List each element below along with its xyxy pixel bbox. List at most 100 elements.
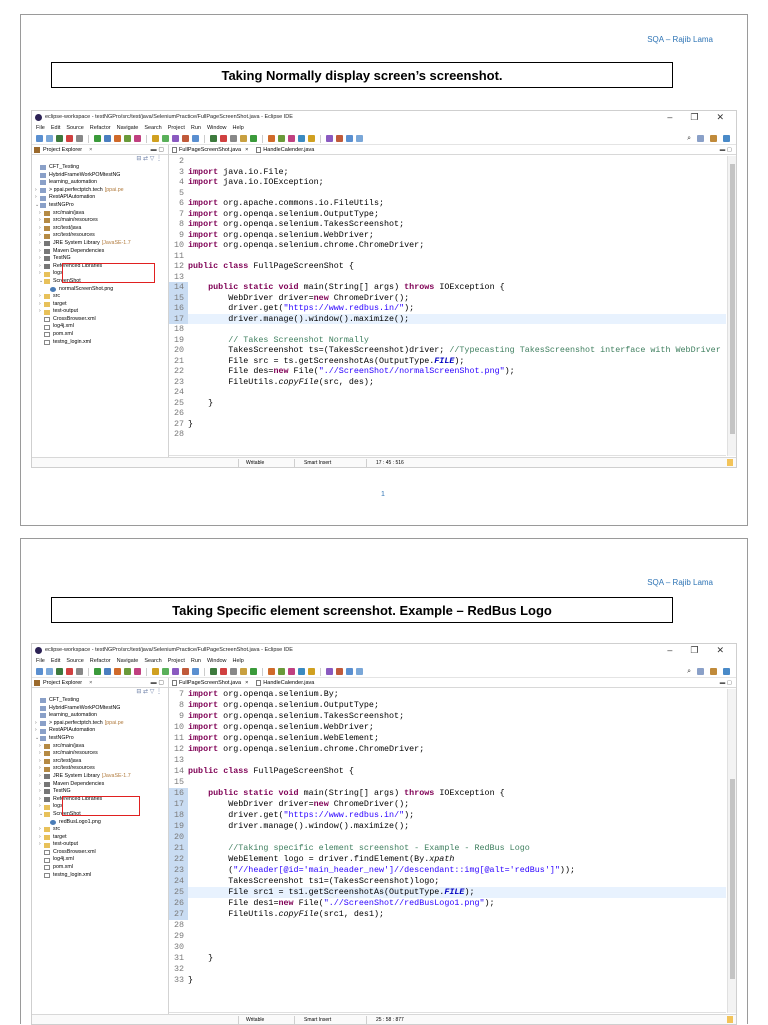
- toolbar-button-icon[interactable]: [220, 135, 227, 142]
- toolbar-button-icon[interactable]: [268, 668, 275, 675]
- toolbar-button-icon[interactable]: [356, 668, 363, 675]
- tree-item[interactable]: normalScreenShot.png: [35, 286, 168, 294]
- toolbar-button-icon[interactable]: [134, 668, 141, 675]
- toolbar-button-icon[interactable]: [356, 135, 363, 142]
- code-line[interactable]: 14 public class FullPageScreenShot {: [169, 766, 726, 777]
- menu-item-search[interactable]: Search: [144, 125, 161, 131]
- code-line[interactable]: 9 import org.openqa.selenium.WebDriver;: [169, 230, 726, 241]
- code-line[interactable]: 27}: [169, 419, 726, 430]
- code-line[interactable]: 11 import org.openqa.selenium.WebElement;: [169, 733, 726, 744]
- tree-item[interactable]: log4j.xml: [35, 856, 168, 864]
- code-line[interactable]: 3 import java.io.File;: [169, 167, 726, 178]
- tree-item[interactable]: › Maven Dependencies: [35, 781, 168, 789]
- code-line[interactable]: 21 //Taking specific element screenshot …: [169, 843, 726, 854]
- close-icon[interactable]: ×: [89, 680, 92, 686]
- perspective-icon[interactable]: [697, 668, 704, 675]
- toolbar-button-icon[interactable]: [250, 668, 257, 675]
- code-line[interactable]: 26 File des1=new File(".//ScreenShot//re…: [169, 898, 726, 909]
- menu-item-project[interactable]: Project: [168, 125, 185, 131]
- tree-item[interactable]: › RestAPIAutomation: [35, 194, 168, 202]
- toolbar-button-icon[interactable]: [326, 135, 333, 142]
- tab-handlecalender-java[interactable]: HandleCalender.java: [256, 146, 314, 153]
- toolbar-button-icon[interactable]: [36, 135, 43, 142]
- tab-handlecalender-java[interactable]: HandleCalender.java: [256, 679, 314, 686]
- toolbar-button-icon[interactable]: [278, 668, 285, 675]
- toolbar-button-icon[interactable]: [308, 668, 315, 675]
- code-line[interactable]: 23 FileUtils.copyFile(src, des);: [169, 377, 726, 388]
- menu-item-help[interactable]: Help: [233, 658, 244, 664]
- toolbar-button-icon[interactable]: [172, 135, 179, 142]
- toolbar-button-icon[interactable]: [162, 135, 169, 142]
- code-line[interactable]: 23 ("//header[@id='main_header_new']//de…: [169, 865, 726, 876]
- code-line[interactable]: 19 driver.manage().window().maximize();: [169, 821, 726, 832]
- toolbar-button-icon[interactable]: [114, 135, 121, 142]
- perspective-icon[interactable]: [697, 135, 704, 142]
- tree-item[interactable]: pom.xml: [35, 864, 168, 872]
- toolbar-button-icon[interactable]: [124, 135, 131, 142]
- tree-item[interactable]: › RestAPIAutomation: [35, 727, 168, 735]
- tree-item[interactable]: CrossBrowser.xml: [35, 849, 168, 857]
- explorer-toolbar-icons[interactable]: ⊟ ⇄ ▽ ⋮: [32, 155, 168, 164]
- code-line[interactable]: 22 File des=new File(".//ScreenShot//nor…: [169, 366, 726, 377]
- toolbar-button-icon[interactable]: [278, 135, 285, 142]
- code-line[interactable]: 25 }: [169, 398, 726, 409]
- code-line[interactable]: 30: [169, 942, 726, 953]
- tree-item[interactable]: › src: [35, 293, 168, 301]
- toolbar-button-icon[interactable]: [124, 668, 131, 675]
- toolbar-button-icon[interactable]: [66, 668, 73, 675]
- tree-item[interactable]: CrossBrowser.xml: [35, 316, 168, 324]
- toolbar-button-icon[interactable]: [298, 668, 305, 675]
- code-line[interactable]: 5: [169, 188, 726, 199]
- code-area[interactable]: 7 import org.openqa.selenium.By; 8 import o…: [169, 689, 726, 986]
- code-line[interactable]: 10 import org.openqa.selenium.chrome.Chro…: [169, 240, 726, 251]
- code-line[interactable]: 27 FileUtils.copyFile(src1, des1);: [169, 909, 726, 920]
- code-line[interactable]: 10 import org.openqa.selenium.WebDriver;: [169, 722, 726, 733]
- tab-fullpagescreenshot-java[interactable]: FullPageScreenShot.java ×: [172, 679, 248, 686]
- toolbar-button-icon[interactable]: [192, 135, 199, 142]
- tree-item[interactable]: testng_login.xml: [35, 339, 168, 347]
- maximize-icon[interactable]: ❐: [690, 112, 698, 123]
- code-line[interactable]: 11: [169, 251, 726, 262]
- tree-item[interactable]: › JRE System Library [JavaSE-1.7: [35, 773, 168, 781]
- toolbar-button-icon[interactable]: [240, 668, 247, 675]
- tree-item[interactable]: ⌄ testNGPro: [35, 202, 168, 210]
- toolbar-button-icon[interactable]: [76, 668, 83, 675]
- code-line[interactable]: 20: [169, 832, 726, 843]
- toolbar-button-icon[interactable]: [94, 135, 101, 142]
- toolbar-button-icon[interactable]: [104, 135, 111, 142]
- toolbar-button-icon[interactable]: [230, 668, 237, 675]
- toolbar-button-icon[interactable]: [182, 668, 189, 675]
- tab-project-explorer[interactable]: Project Explorer × ▬ ▢: [32, 678, 168, 688]
- menu-item-project[interactable]: Project: [168, 658, 185, 664]
- code-line[interactable]: 8 import org.openqa.selenium.TakesScreens…: [169, 219, 726, 230]
- code-line[interactable]: 12 import org.openqa.selenium.chrome.Chro…: [169, 744, 726, 755]
- debug-perspective-icon[interactable]: [723, 668, 730, 675]
- toolbar-button-icon[interactable]: [336, 668, 343, 675]
- toolbar-button-icon[interactable]: [46, 668, 53, 675]
- toolbar-button-icon[interactable]: [152, 668, 159, 675]
- close-icon[interactable]: ×: [245, 147, 248, 153]
- close-icon[interactable]: ×: [89, 147, 92, 153]
- toolbar-button-icon[interactable]: [230, 135, 237, 142]
- tree-item[interactable]: CFT_Testing: [35, 164, 168, 172]
- tree-item[interactable]: CFT_Testing: [35, 697, 168, 705]
- toolbar-button-icon[interactable]: [308, 135, 315, 142]
- code-area[interactable]: 2 3 import java.io.File; 4 import java.io.IO…: [169, 156, 726, 440]
- toolbar-button-icon[interactable]: [346, 135, 353, 142]
- code-line[interactable]: 26: [169, 408, 726, 419]
- menu-item-edit[interactable]: Edit: [51, 125, 60, 131]
- tree-item[interactable]: › Maven Dependencies: [35, 248, 168, 256]
- menu-item-edit[interactable]: Edit: [51, 658, 60, 664]
- toolbar-button-icon[interactable]: [240, 135, 247, 142]
- code-line[interactable]: 31 }: [169, 953, 726, 964]
- code-line[interactable]: 18: [169, 324, 726, 335]
- search-icon[interactable]: ⌕: [687, 668, 691, 676]
- toolbar-button-icon[interactable]: [288, 135, 295, 142]
- code-line[interactable]: 16 public static void main(String[] args…: [169, 788, 726, 799]
- debug-perspective-icon[interactable]: [723, 135, 730, 142]
- tree-item[interactable]: › src/main/resources: [35, 750, 168, 758]
- toolbar-button-icon[interactable]: [268, 135, 275, 142]
- tree-item[interactable]: › src/main/java: [35, 210, 168, 218]
- code-line[interactable]: 12 public class FullPageScreenShot {: [169, 261, 726, 272]
- code-line[interactable]: 18 driver.get("https://www.redbus.in/");: [169, 810, 726, 821]
